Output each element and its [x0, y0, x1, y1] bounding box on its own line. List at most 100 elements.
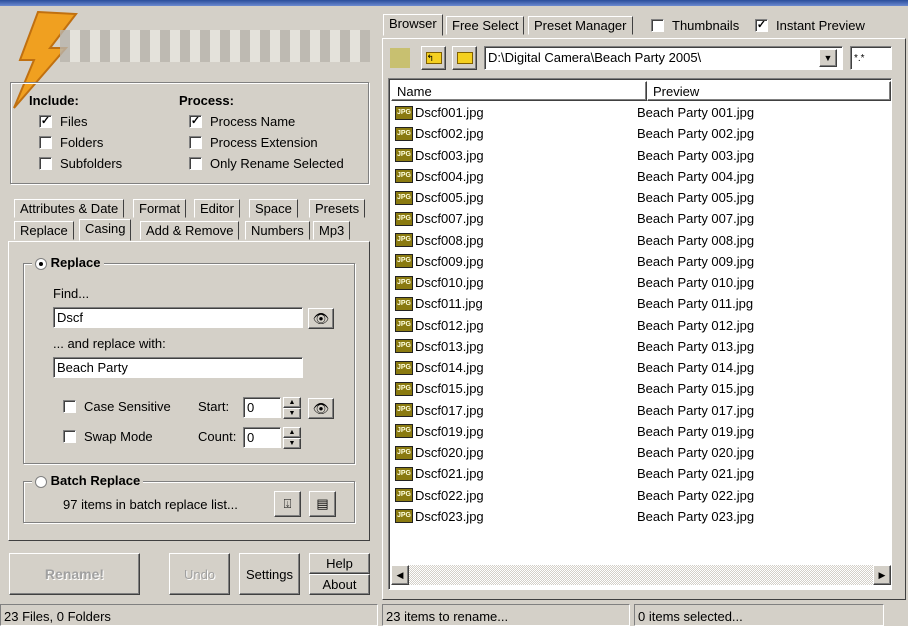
jpg-file-icon: JPG	[395, 211, 413, 226]
tab-browser[interactable]: Browser	[383, 14, 443, 36]
scroll-left-button[interactable]: ◀	[391, 565, 409, 585]
swap-mode-checkbox[interactable]: Swap Mode	[63, 426, 153, 447]
batch-replace-label: Batch Replace	[50, 473, 141, 488]
start-label: Start:	[198, 399, 230, 414]
start-spinner[interactable]: ▲ ▼	[283, 397, 301, 419]
include-checkbox-folders[interactable]: Folders	[39, 132, 122, 153]
checkbox-icon	[39, 136, 52, 149]
file-row[interactable]: JPG Dscf010.jpg Beach Party 010.jpg	[395, 272, 885, 293]
file-row[interactable]: JPG Dscf009.jpg Beach Party 009.jpg	[395, 251, 885, 272]
tab-mp3[interactable]: Mp3	[313, 221, 351, 240]
tab-editor[interactable]: Editor	[194, 199, 240, 218]
tab-casing[interactable]: Casing	[79, 219, 132, 241]
count-input[interactable]	[243, 427, 281, 448]
status-files: 23 Files, 0 Folders	[0, 604, 378, 626]
column-header-preview[interactable]: Preview	[647, 81, 891, 101]
file-preview: Beach Party 001.jpg	[637, 105, 755, 120]
filter-input[interactable]	[850, 46, 892, 70]
file-row[interactable]: JPG Dscf007.jpg Beach Party 007.jpg	[395, 208, 885, 229]
batch-replace-group: Batch Replace 97 items in batch replace …	[23, 473, 355, 523]
undo-button[interactable]: Undo	[169, 553, 230, 595]
horizontal-scrollbar[interactable]: ◀ ▶	[391, 565, 891, 585]
settings-button[interactable]: Settings	[239, 553, 300, 595]
checkbox-icon	[189, 136, 202, 149]
path-combobox[interactable]: D:\Digital Camera\Beach Party 2005\ ▼	[484, 46, 843, 70]
jpg-file-icon: JPG	[395, 466, 413, 481]
file-name: Dscf011.jpg	[415, 296, 483, 312]
folder-up-icon: ↰	[425, 52, 442, 64]
file-row[interactable]: JPG Dscf012.jpg Beach Party 012.jpg	[395, 315, 885, 336]
file-row[interactable]: JPG Dscf023.jpg Beach Party 023.jpg	[395, 506, 885, 527]
file-row[interactable]: JPG Dscf004.jpg Beach Party 004.jpg	[395, 166, 885, 187]
batch-replace-radio[interactable]: Batch Replace	[32, 473, 144, 488]
file-name: Dscf008.jpg	[415, 232, 484, 248]
file-row[interactable]: JPG Dscf014.jpg Beach Party 014.jpg	[395, 357, 885, 378]
process-checkbox-only-rename-selected[interactable]: Only Rename Selected	[189, 153, 344, 174]
file-preview: Beach Party 023.jpg	[637, 508, 755, 524]
edit-batch-button[interactable]: ▤	[309, 491, 336, 517]
file-row[interactable]: JPG Dscf013.jpg Beach Party 013.jpg	[395, 336, 885, 357]
browse-folder-button[interactable]	[452, 46, 477, 70]
preview-eye-button-2[interactable]: 👁	[308, 398, 334, 419]
file-row[interactable]: JPG Dscf017.jpg Beach Party 017.jpg	[395, 400, 885, 421]
tab-free-select[interactable]: Free Select	[446, 16, 525, 35]
thumbnails-checkbox[interactable]: Thumbnails	[651, 15, 739, 36]
jpg-file-icon: JPG	[395, 509, 413, 524]
start-input[interactable]	[243, 397, 281, 418]
file-row[interactable]: JPG Dscf019.jpg Beach Party 019.jpg	[395, 421, 885, 442]
file-row[interactable]: JPG Dscf001.jpg Beach Party 001.jpg	[395, 102, 885, 123]
find-input[interactable]	[53, 307, 303, 328]
replace-radio-label: Replace	[50, 255, 101, 270]
checkbox-icon: ✓	[189, 115, 202, 128]
up-folder-button[interactable]: ↰	[421, 46, 446, 70]
radio-icon	[35, 257, 47, 270]
file-preview: Beach Party 017.jpg	[637, 402, 755, 418]
count-spinner[interactable]: ▲ ▼	[283, 427, 301, 449]
file-preview: Beach Party 002.jpg	[637, 126, 755, 142]
process-checkbox-process-name[interactable]: ✓ Process Name	[189, 111, 344, 132]
file-row[interactable]: JPG Dscf011.jpg Beach Party 011.jpg	[395, 293, 885, 314]
case-sensitive-checkbox[interactable]: Case Sensitive	[63, 396, 171, 417]
help-button[interactable]: Help	[309, 553, 370, 574]
preview-eye-button[interactable]: 👁	[308, 308, 334, 329]
rename-button[interactable]: Rename!	[9, 553, 140, 595]
replace-input[interactable]	[53, 357, 303, 378]
file-row[interactable]: JPG Dscf021.jpg Beach Party 021.jpg	[395, 463, 885, 484]
file-preview: Beach Party 004.jpg	[637, 168, 755, 184]
file-list[interactable]: Name Preview JPG Dscf001.jpg Beach Party 0…	[388, 78, 892, 590]
column-header-name[interactable]: Name	[391, 81, 647, 101]
tab-space[interactable]: Space	[249, 199, 298, 218]
file-row[interactable]: JPG Dscf005.jpg Beach Party 005.jpg	[395, 187, 885, 208]
tab-format[interactable]: Format	[133, 199, 187, 218]
process-checkbox-process-extension[interactable]: Process Extension	[189, 132, 344, 153]
file-row[interactable]: JPG Dscf003.jpg Beach Party 003.jpg	[395, 145, 885, 166]
file-name: Dscf014.jpg	[415, 360, 484, 376]
tab-add-remove[interactable]: Add & Remove	[140, 221, 240, 240]
scroll-right-button[interactable]: ▶	[873, 565, 891, 585]
include-checkbox-files[interactable]: ✓ Files	[39, 111, 122, 132]
import-batch-button[interactable]: ⍗	[274, 491, 301, 517]
file-row[interactable]: JPG Dscf022.jpg Beach Party 022.jpg	[395, 485, 885, 506]
checkbox-icon: ✓	[39, 115, 52, 128]
tab-numbers[interactable]: Numbers	[245, 221, 310, 240]
instant-preview-checkbox[interactable]: ✓ Instant Preview	[755, 15, 865, 36]
about-button[interactable]: About	[309, 574, 370, 595]
file-row[interactable]: JPG Dscf008.jpg Beach Party 008.jpg	[395, 230, 885, 251]
tab-replace[interactable]: Replace	[14, 221, 74, 240]
file-name: Dscf023.jpg	[415, 508, 484, 524]
file-row[interactable]: JPG Dscf002.jpg Beach Party 002.jpg	[395, 123, 885, 144]
include-checkbox-subfolders[interactable]: Subfolders	[39, 153, 122, 174]
tab-attributes-date[interactable]: Attributes & Date	[14, 199, 125, 218]
drive-button[interactable]	[388, 46, 412, 70]
tab-presets[interactable]: Presets	[309, 199, 366, 218]
options-group: Include: Process: ✓ Files Folders Subfolder…	[10, 82, 369, 184]
tab-preset-manager[interactable]: Preset Manager	[528, 16, 633, 35]
find-label: Find...	[53, 286, 90, 301]
file-name: Dscf017.jpg	[415, 402, 484, 418]
replace-radio[interactable]: Replace	[32, 255, 104, 270]
file-row[interactable]: JPG Dscf020.jpg Beach Party 020.jpg	[395, 442, 885, 463]
file-row[interactable]: JPG Dscf015.jpg Beach Party 015.jpg	[395, 378, 885, 399]
file-preview: Beach Party 009.jpg	[637, 253, 755, 269]
status-selected: 0 items selected...	[634, 604, 884, 626]
path-dropdown-button[interactable]: ▼	[819, 49, 837, 67]
